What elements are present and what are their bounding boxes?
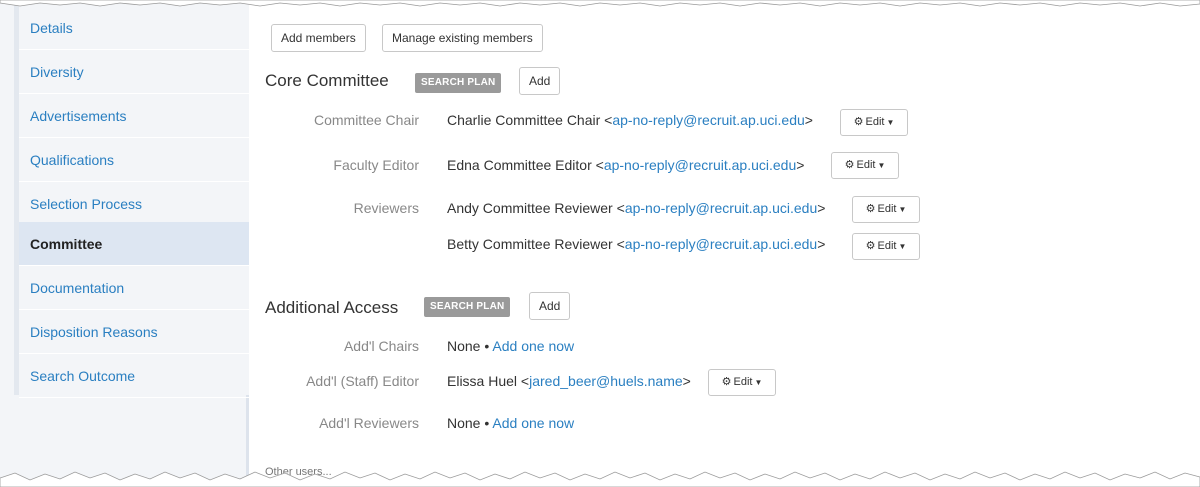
sidebar-item-details[interactable]: Details	[19, 6, 249, 50]
caret-down-icon: ▼	[886, 118, 895, 127]
reviewer-2-value: Betty Committee Reviewer <ap-no-reply@re…	[447, 236, 826, 252]
faculty-editor-label: Faculty Editor	[333, 157, 419, 173]
sidebar-item-qualifications[interactable]: Qualifications	[19, 138, 249, 182]
member-email-link[interactable]: ap-no-reply@recruit.ap.uci.edu	[604, 157, 796, 173]
member-email-link[interactable]: jared_beer@huels.name	[529, 373, 683, 389]
edit-staff-editor-button[interactable]: ⚙ Edit ▼	[708, 369, 776, 396]
caret-down-icon: ▼	[898, 242, 907, 251]
addl-chairs-value: None • Add one now	[447, 338, 575, 354]
additional-add-button[interactable]: Add	[529, 292, 571, 320]
main-content: Add members Manage existing members Core…	[249, 0, 1200, 487]
member-name: Betty Committee Reviewer	[447, 236, 613, 252]
search-plan-badge: SEARCH PLAN	[415, 73, 502, 93]
addl-reviewers-label: Add'l Reviewers	[319, 415, 419, 431]
sidebar-item-selection-process[interactable]: Selection Process	[19, 182, 249, 226]
none-text: None	[447, 415, 481, 431]
torn-edge-bottom	[0, 471, 1200, 487]
edit-chair-button[interactable]: ⚙ Edit ▼	[840, 109, 908, 136]
gear-icon: ⚙	[721, 376, 732, 388]
edit-label: Edit	[865, 116, 885, 128]
sidebar-nav: Details Diversity Advertisements Qualifi…	[14, 0, 249, 398]
sidebar: Details Diversity Advertisements Qualifi…	[0, 0, 249, 487]
search-plan-badge: SEARCH PLAN	[424, 297, 511, 317]
reviewers-label: Reviewers	[353, 200, 419, 216]
edit-label: Edit	[733, 376, 753, 388]
edit-editor-button[interactable]: ⚙ Edit ▼	[831, 152, 899, 179]
edit-reviewer-1-button[interactable]: ⚙ Edit ▼	[852, 196, 920, 223]
add-members-button[interactable]: Add members	[271, 24, 366, 52]
edit-label: Edit	[877, 240, 897, 252]
addl-staff-editor-value: Elissa Huel <jared_beer@huels.name>	[447, 373, 691, 389]
member-name: Elissa Huel	[447, 373, 518, 389]
core-add-button[interactable]: Add	[519, 67, 561, 95]
sidebar-item-advertisements[interactable]: Advertisements	[19, 94, 249, 138]
edit-label: Edit	[856, 159, 876, 171]
addl-reviewers-value: None • Add one now	[447, 415, 575, 431]
torn-edge-top	[0, 0, 1200, 7]
manage-members-button[interactable]: Manage existing members	[382, 24, 543, 52]
committee-chair-label: Committee Chair	[313, 112, 419, 128]
gear-icon: ⚙	[853, 116, 864, 128]
gear-icon: ⚙	[865, 240, 876, 252]
core-committee-title: Core Committee	[265, 71, 389, 90]
member-email-link[interactable]: ap-no-reply@recruit.ap.uci.edu	[625, 200, 817, 216]
member-email-link[interactable]: ap-no-reply@recruit.ap.uci.edu	[625, 236, 817, 252]
member-name: Charlie Committee Chair	[447, 112, 601, 128]
member-name: Edna Committee Editor	[447, 157, 592, 173]
caret-down-icon: ▼	[898, 205, 907, 214]
member-email-link[interactable]: ap-no-reply@recruit.ap.uci.edu	[612, 112, 804, 128]
caret-down-icon: ▼	[877, 161, 886, 170]
sidebar-item-documentation[interactable]: Documentation	[19, 266, 249, 310]
gear-icon: ⚙	[865, 203, 876, 215]
sidebar-item-disposition-reasons[interactable]: Disposition Reasons	[19, 310, 249, 354]
member-name: Andy Committee Reviewer	[447, 200, 613, 216]
additional-access-title: Additional Access	[265, 298, 399, 317]
add-reviewer-link[interactable]: Add one now	[492, 415, 574, 431]
sidebar-item-diversity[interactable]: Diversity	[19, 50, 249, 94]
reviewer-1-value: Andy Committee Reviewer <ap-no-reply@rec…	[447, 200, 826, 216]
sidebar-item-search-outcome[interactable]: Search Outcome	[19, 354, 249, 398]
edit-label: Edit	[877, 203, 897, 215]
none-text: None	[447, 338, 481, 354]
addl-chairs-label: Add'l Chairs	[343, 338, 419, 354]
edit-reviewer-2-button[interactable]: ⚙ Edit ▼	[852, 233, 920, 260]
gear-icon: ⚙	[844, 159, 855, 171]
add-chair-link[interactable]: Add one now	[492, 338, 574, 354]
addl-staff-editor-label: Add'l (Staff) Editor	[306, 373, 419, 389]
caret-down-icon: ▼	[754, 378, 763, 387]
faculty-editor-value: Edna Committee Editor <ap-no-reply@recru…	[447, 157, 805, 173]
committee-chair-value: Charlie Committee Chair <ap-no-reply@rec…	[447, 112, 813, 128]
sidebar-item-committee[interactable]: Committee	[19, 222, 249, 266]
